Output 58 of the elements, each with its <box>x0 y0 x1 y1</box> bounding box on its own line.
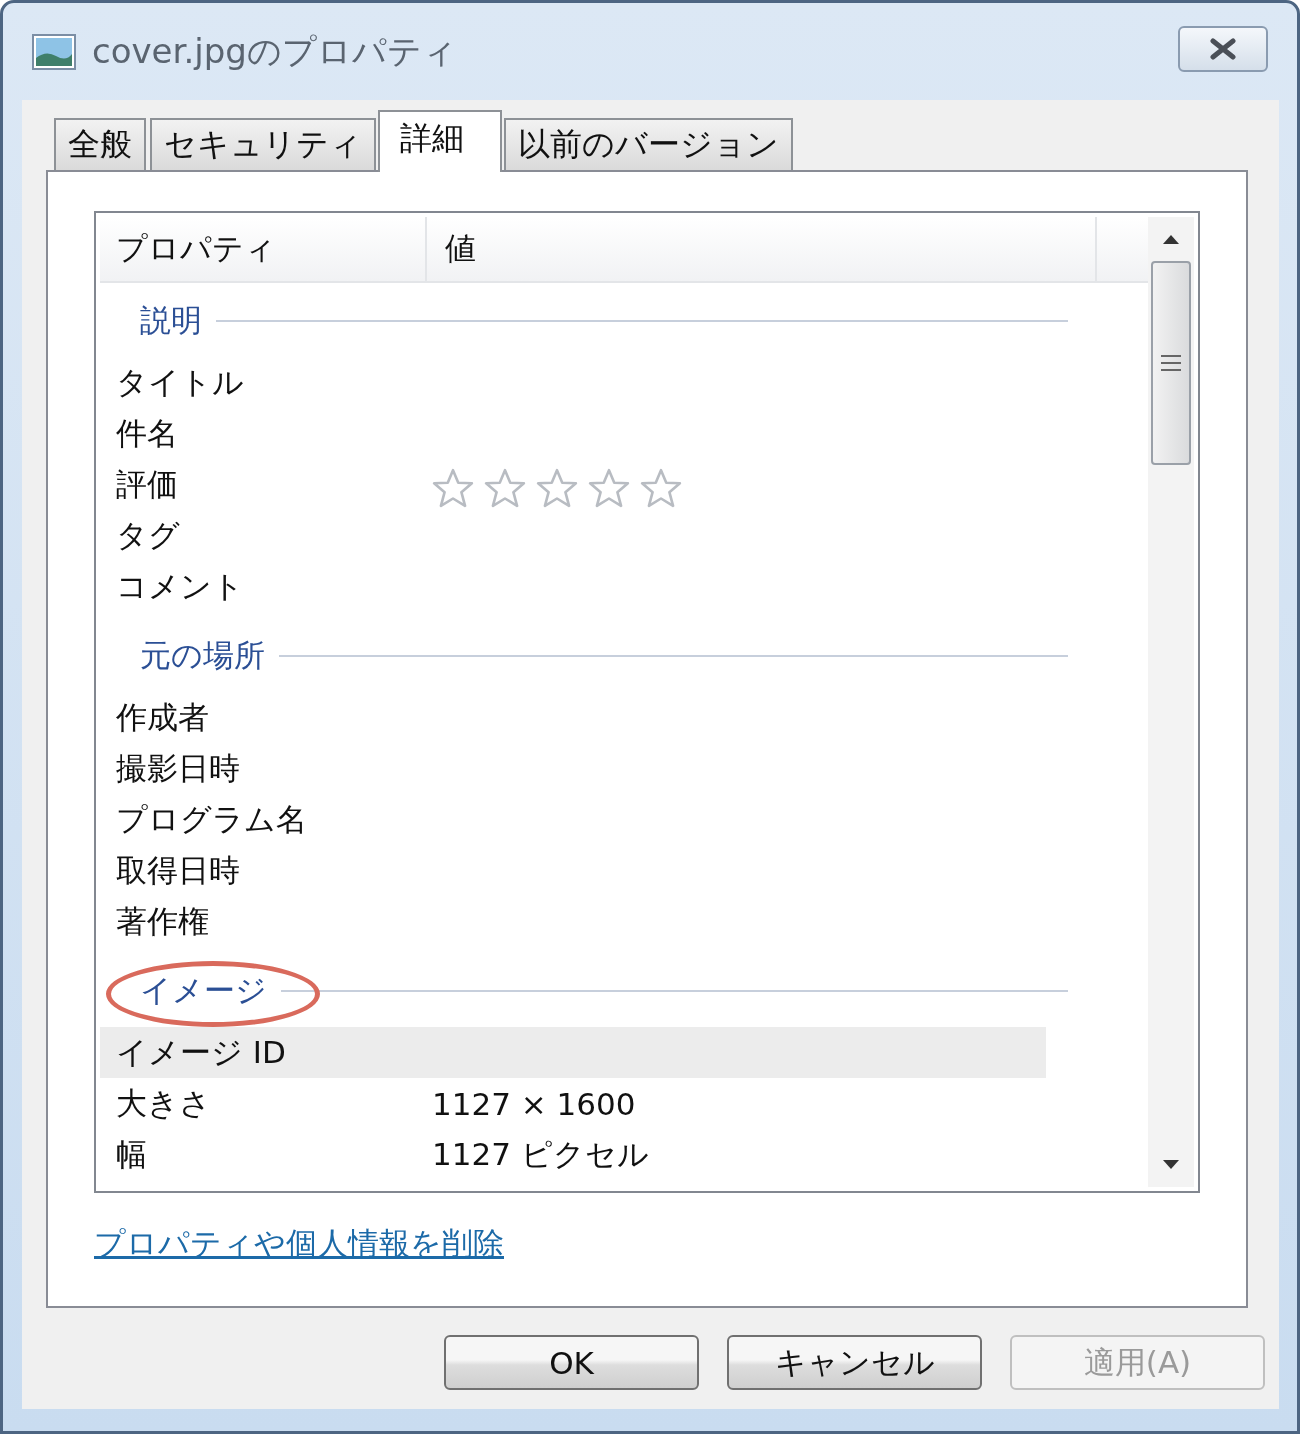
list-row[interactable]: 作成者 <box>100 692 1046 743</box>
grip-icon <box>1160 353 1182 373</box>
rating-stars[interactable] <box>432 466 682 509</box>
list-row[interactable]: 取得日時 <box>100 845 1046 896</box>
property-name: 幅 <box>115 1134 148 1174</box>
group-heading: イメージ <box>140 971 267 1010</box>
list-row[interactable]: 幅 1127 ピクセル <box>100 1129 1046 1180</box>
group-header-row[interactable]: 元の場所 <box>100 620 1068 692</box>
image-file-icon <box>32 33 76 70</box>
property-name: 作成者 <box>115 697 210 737</box>
list-row[interactable]: 著作権 <box>100 896 1046 947</box>
tab[interactable]: セキュリティ <box>150 118 376 170</box>
property-value: 1127 ピクセル <box>432 1134 649 1174</box>
list-row[interactable]: プログラム名 <box>100 794 1046 845</box>
star-icon[interactable] <box>536 466 578 509</box>
column-header[interactable]: 値 <box>427 217 1097 281</box>
property-name: 取得日時 <box>115 850 241 890</box>
scrollbar[interactable] <box>1148 217 1194 1187</box>
list-row[interactable]: 評価 <box>100 459 1046 510</box>
close-button[interactable] <box>1178 25 1268 72</box>
list-row[interactable]: タイトル <box>100 357 1046 408</box>
close-icon <box>1208 37 1238 60</box>
group-heading: 元の場所 <box>140 636 265 675</box>
list-row[interactable]: イメージ ID <box>100 1027 1046 1078</box>
property-name: 撮影日時 <box>115 748 241 788</box>
star-icon[interactable] <box>432 466 474 509</box>
dialog-button[interactable]: キャンセル <box>727 1335 982 1390</box>
list-row[interactable]: 件名 <box>100 408 1046 459</box>
group-heading: 説明 <box>140 301 202 340</box>
tab[interactable]: 全般 <box>54 118 146 170</box>
star-icon[interactable] <box>640 466 682 509</box>
dialog-button[interactable]: OK <box>444 1335 699 1390</box>
property-name: 評価 <box>115 464 179 504</box>
group-header-row[interactable]: イメージ <box>100 955 1068 1027</box>
window-title: cover.jpgのプロパティ <box>92 29 458 73</box>
remove-properties-link[interactable]: プロパティや個人情報を削除 <box>94 1223 504 1265</box>
list-row[interactable]: コメント <box>100 561 1046 612</box>
star-icon[interactable] <box>588 466 630 509</box>
property-name: プログラム名 <box>115 799 308 839</box>
tab[interactable]: 以前のバージョン <box>504 118 793 170</box>
property-name: イメージ ID <box>115 1032 287 1072</box>
group-header-row[interactable]: 説明 <box>100 285 1068 357</box>
property-name: 件名 <box>115 413 179 453</box>
property-name: タグ <box>115 515 181 555</box>
list-row[interactable]: 大きさ 1127 × 1600 <box>100 1078 1046 1129</box>
column-header[interactable]: プロパティ <box>100 217 427 281</box>
property-name: 著作権 <box>115 901 210 941</box>
scroll-thumb[interactable] <box>1151 261 1191 465</box>
scroll-down-icon[interactable] <box>1161 1159 1181 1171</box>
property-name: コメント <box>115 566 245 606</box>
list-row[interactable]: タグ <box>100 510 1046 561</box>
property-name: タイトル <box>115 362 245 402</box>
property-name: 大きさ <box>115 1083 212 1123</box>
star-icon[interactable] <box>484 466 526 509</box>
list-row[interactable]: 撮影日時 <box>100 743 1046 794</box>
property-value: 1127 × 1600 <box>432 1085 636 1122</box>
scroll-up-icon[interactable] <box>1161 233 1181 245</box>
tab[interactable]: 詳細 <box>378 110 502 172</box>
